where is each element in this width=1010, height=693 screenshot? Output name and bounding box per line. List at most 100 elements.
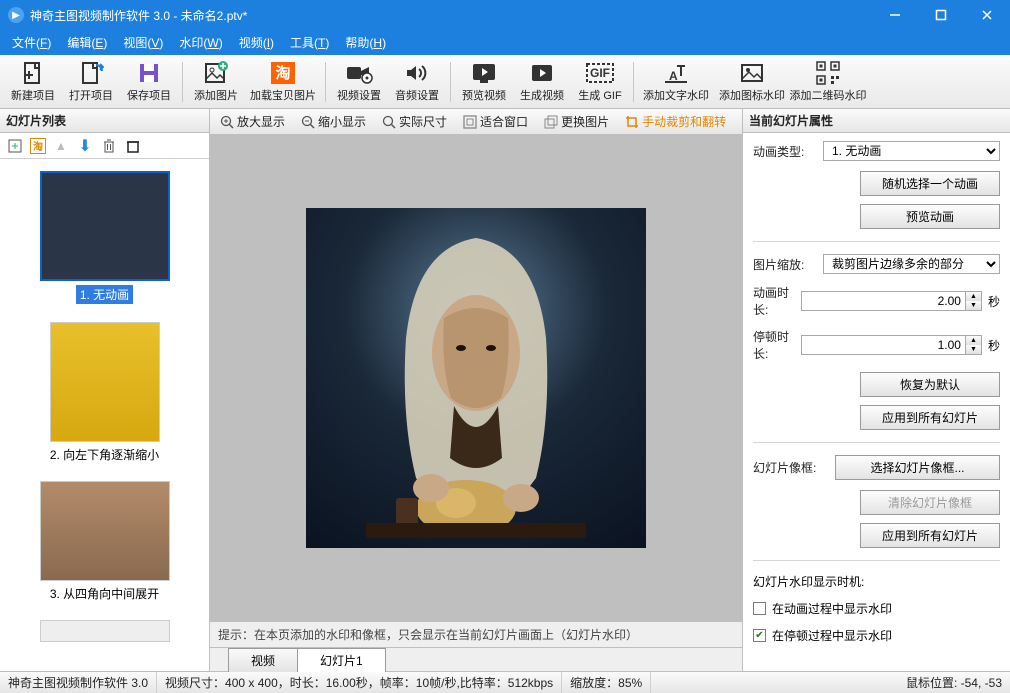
clear-icon[interactable] — [124, 137, 142, 155]
tab-1[interactable]: 幻灯片1 — [297, 648, 386, 672]
preview-anim-button[interactable]: 预览动画 — [860, 204, 1000, 229]
scale-select[interactable]: 裁剪图片边缘多余的部分 — [823, 254, 1000, 274]
thumb-image — [40, 620, 170, 642]
toolbar-qrwm-button[interactable]: 添加二维码水印 — [790, 57, 866, 107]
delete-icon[interactable] — [100, 137, 118, 155]
menubar: 文件(F)编辑(E)视图(V)水印(W)视频(I)工具(T)帮助(H) — [0, 30, 1010, 55]
taobao-icon[interactable]: 淘 — [30, 138, 46, 154]
slide-thumb[interactable]: 3. 从四角向中间展开 — [6, 481, 203, 602]
clear-frame-button[interactable]: 清除幻灯片像框 — [860, 490, 1000, 515]
thumb-caption: 1. 无动画 — [76, 285, 133, 304]
slide-thumb[interactable]: 1. 无动画 — [6, 171, 203, 304]
status-mouse: 鼠标位置: -54, -53 — [898, 672, 1010, 693]
toolbar-textwm-button[interactable]: A添加文字水印 — [638, 57, 714, 107]
move-down-icon[interactable]: ⬇ — [76, 137, 94, 155]
toolbar-save-button[interactable]: 保存项目 — [120, 57, 178, 107]
menu-item[interactable]: 视频(I) — [233, 32, 280, 53]
canvas-crop-button[interactable]: 手动裁剪和翻转 — [619, 111, 732, 132]
close-button[interactable] — [964, 0, 1010, 30]
menu-item[interactable]: 工具(T) — [284, 32, 335, 53]
toolbar-addimg-button[interactable]: 添加图片 — [187, 57, 245, 107]
status-app: 神奇主图视频制作软件 3.0 — [0, 672, 157, 693]
menu-item[interactable]: 视图(V) — [117, 32, 169, 53]
tab-0[interactable]: 视频 — [228, 648, 298, 672]
properties-header: 当前幻灯片属性 — [743, 109, 1010, 133]
preview-icon — [470, 61, 498, 85]
restore-default-button[interactable]: 恢复为默认 — [860, 372, 1000, 397]
add-slide-icon[interactable] — [6, 137, 24, 155]
gif-icon: GIF — [586, 61, 614, 85]
menu-item[interactable]: 文件(F) — [6, 32, 57, 53]
svg-text:GIF: GIF — [590, 66, 610, 80]
menu-item[interactable]: 编辑(E) — [61, 32, 113, 53]
canvas-zoom-out-button[interactable]: 缩小显示 — [295, 111, 372, 132]
spin-down-icon[interactable]: ▼ — [966, 345, 981, 354]
pause-dur-spinner[interactable]: ▲▼ — [801, 335, 982, 355]
thumb-caption: 2. 向左下角逐渐缩小 — [50, 446, 159, 463]
canvas-zoom-in-button[interactable]: 放大显示 — [214, 111, 291, 132]
thumb-image — [40, 481, 170, 581]
slide-list[interactable]: 1. 无动画 2. 向左下角逐渐缩小 3. 从四角向中间展开 — [0, 159, 209, 671]
thumb-image — [40, 171, 170, 281]
menu-item[interactable]: 水印(W) — [173, 32, 228, 53]
statusbar: 神奇主图视频制作软件 3.0 视频尺寸：400 x 400，时长：16.00秒，… — [0, 671, 1010, 693]
move-up-icon[interactable]: ▲ — [52, 137, 70, 155]
anim-type-select[interactable]: 1. 无动画 — [823, 141, 1000, 161]
menu-item[interactable]: 帮助(H) — [339, 32, 392, 53]
spin-up-icon[interactable]: ▲ — [966, 292, 981, 301]
toolbar-preview-button[interactable]: 预览视频 — [455, 57, 513, 107]
window-title: 神奇主图视频制作软件 3.0 - 未命名2.ptv* — [30, 7, 872, 24]
fit-icon — [463, 115, 477, 129]
wm-pause-checkbox[interactable]: 在停顿过程中显示水印 — [753, 627, 1000, 644]
toolbar-gif-button[interactable]: GIF生成 GIF — [571, 57, 629, 107]
toolbar-open-button[interactable]: 打开项目 — [62, 57, 120, 107]
new-icon — [19, 61, 47, 85]
main-toolbar: 新建项目打开项目保存项目添加图片淘加载宝贝图片视频设置音频设置预览视频生成视频G… — [0, 55, 1010, 109]
textwm-icon: A — [662, 61, 690, 85]
apply-frame-all-button[interactable]: 应用到所有幻灯片 — [860, 523, 1000, 548]
maximize-button[interactable] — [918, 0, 964, 30]
slide-thumb[interactable]: 2. 向左下角逐渐缩小 — [6, 322, 203, 463]
properties-panel: 当前幻灯片属性 动画类型: 1. 无动画 随机选择一个动画 预览动画 图片缩放:… — [742, 109, 1010, 671]
minimize-button[interactable] — [872, 0, 918, 30]
canvas[interactable] — [210, 135, 742, 621]
apply-all-button[interactable]: 应用到所有幻灯片 — [860, 405, 1000, 430]
slide-thumb[interactable] — [6, 620, 203, 646]
canvas-zoom-1-button[interactable]: 实际尺寸 — [376, 111, 453, 132]
anim-dur-spinner[interactable]: ▲▼ — [801, 291, 982, 311]
zoom-out-icon — [301, 115, 315, 129]
save-icon — [135, 61, 163, 85]
status-size: 视频尺寸：400 x 400，时长：16.00秒，帧率：10帧/秒,比特率：51… — [157, 672, 562, 693]
canvas-swap-button[interactable]: 更换图片 — [538, 111, 615, 132]
qrwm-icon — [814, 61, 842, 85]
toolbar-vset-button[interactable]: 视频设置 — [330, 57, 388, 107]
taobao-icon: 淘 — [269, 61, 297, 85]
choose-frame-button[interactable]: 选择幻灯片像框... — [835, 455, 1000, 480]
crop-icon — [625, 115, 639, 129]
addimg-icon — [202, 61, 230, 85]
toolbar-taobao-button[interactable]: 淘加载宝贝图片 — [245, 57, 321, 107]
random-anim-button[interactable]: 随机选择一个动画 — [860, 171, 1000, 196]
anim-type-label: 动画类型: — [753, 143, 817, 160]
spin-up-icon[interactable]: ▲ — [966, 336, 981, 345]
zoom-in-icon — [220, 115, 234, 129]
canvas-panel: 放大显示缩小显示实际尺寸适合窗口更换图片手动裁剪和翻转 — [210, 109, 742, 671]
slide-list-toolbar: 淘 ▲ ⬇ — [0, 133, 209, 159]
toolbar-gen-button[interactable]: 生成视频 — [513, 57, 571, 107]
scale-label: 图片缩放: — [753, 256, 817, 273]
slide-list-panel: 幻灯片列表 淘 ▲ ⬇ 1. 无动画 2. 向左下角逐渐缩小 3. 从四角向中间展开 — [0, 109, 210, 671]
spin-down-icon[interactable]: ▼ — [966, 301, 981, 310]
main-area: 幻灯片列表 淘 ▲ ⬇ 1. 无动画 2. 向左下角逐渐缩小 3. 从四角向中间展开… — [0, 109, 1010, 671]
toolbar-iconwm-button[interactable]: 添加图标水印 — [714, 57, 790, 107]
pause-dur-label: 停顿时长: — [753, 328, 795, 362]
status-zoom: 缩放度：85% — [562, 672, 651, 693]
toolbar-aset-button[interactable]: 音频设置 — [388, 57, 446, 107]
zoom-1-icon — [382, 115, 396, 129]
aset-icon — [403, 61, 431, 85]
iconwm-icon — [738, 61, 766, 85]
slide-list-header: 幻灯片列表 — [0, 109, 209, 133]
canvas-toolbar: 放大显示缩小显示实际尺寸适合窗口更换图片手动裁剪和翻转 — [210, 109, 742, 135]
canvas-fit-button[interactable]: 适合窗口 — [457, 111, 534, 132]
toolbar-new-button[interactable]: 新建项目 — [4, 57, 62, 107]
wm-anim-checkbox[interactable]: 在动画过程中显示水印 — [753, 600, 1000, 617]
